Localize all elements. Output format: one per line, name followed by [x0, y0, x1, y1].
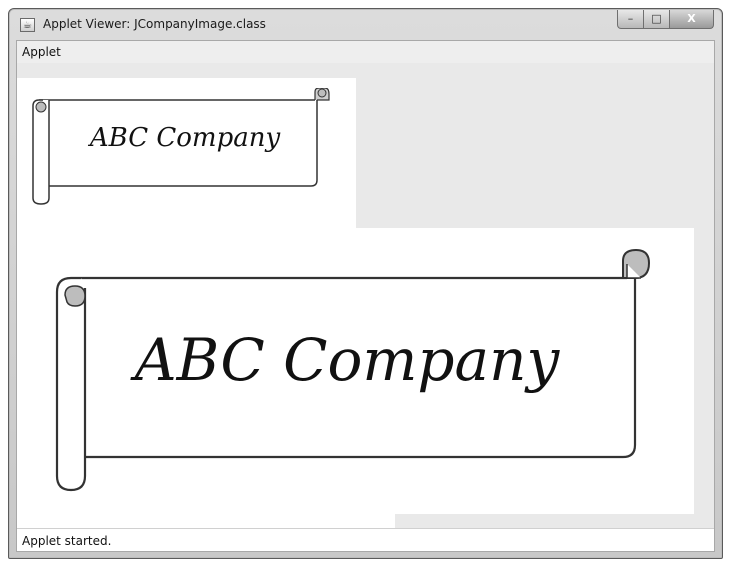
large-scroll-graphic: ABC Company	[55, 248, 651, 492]
java-app-icon[interactable]: ☕	[20, 18, 35, 32]
window-controls: – □ X	[617, 10, 714, 30]
status-text: Applet started.	[22, 534, 112, 548]
close-button[interactable]: X	[670, 10, 714, 29]
menu-applet[interactable]: Applet	[22, 45, 61, 59]
applet-canvas: ABC Company ABC Company	[17, 63, 714, 529]
window-client-area: Applet ABC Company ABC Company Applet st…	[16, 40, 715, 552]
status-bar: Applet started.	[17, 528, 714, 551]
large-panel-bottom-strip	[17, 514, 395, 529]
small-scroll-graphic: ABC Company	[32, 88, 330, 205]
menu-bar: Applet	[17, 41, 714, 63]
window-title: Applet Viewer: JCompanyImage.class	[43, 17, 266, 31]
applet-viewer-window: ☕ Applet Viewer: JCompanyImage.class – □…	[8, 8, 723, 559]
title-bar[interactable]: ☕ Applet Viewer: JCompanyImage.class – □…	[9, 9, 722, 39]
minimize-button[interactable]: –	[617, 10, 644, 29]
large-scroll-company-text: ABC Company	[130, 326, 561, 394]
maximize-button[interactable]: □	[644, 10, 670, 29]
small-scroll-company-text: ABC Company	[88, 123, 281, 153]
